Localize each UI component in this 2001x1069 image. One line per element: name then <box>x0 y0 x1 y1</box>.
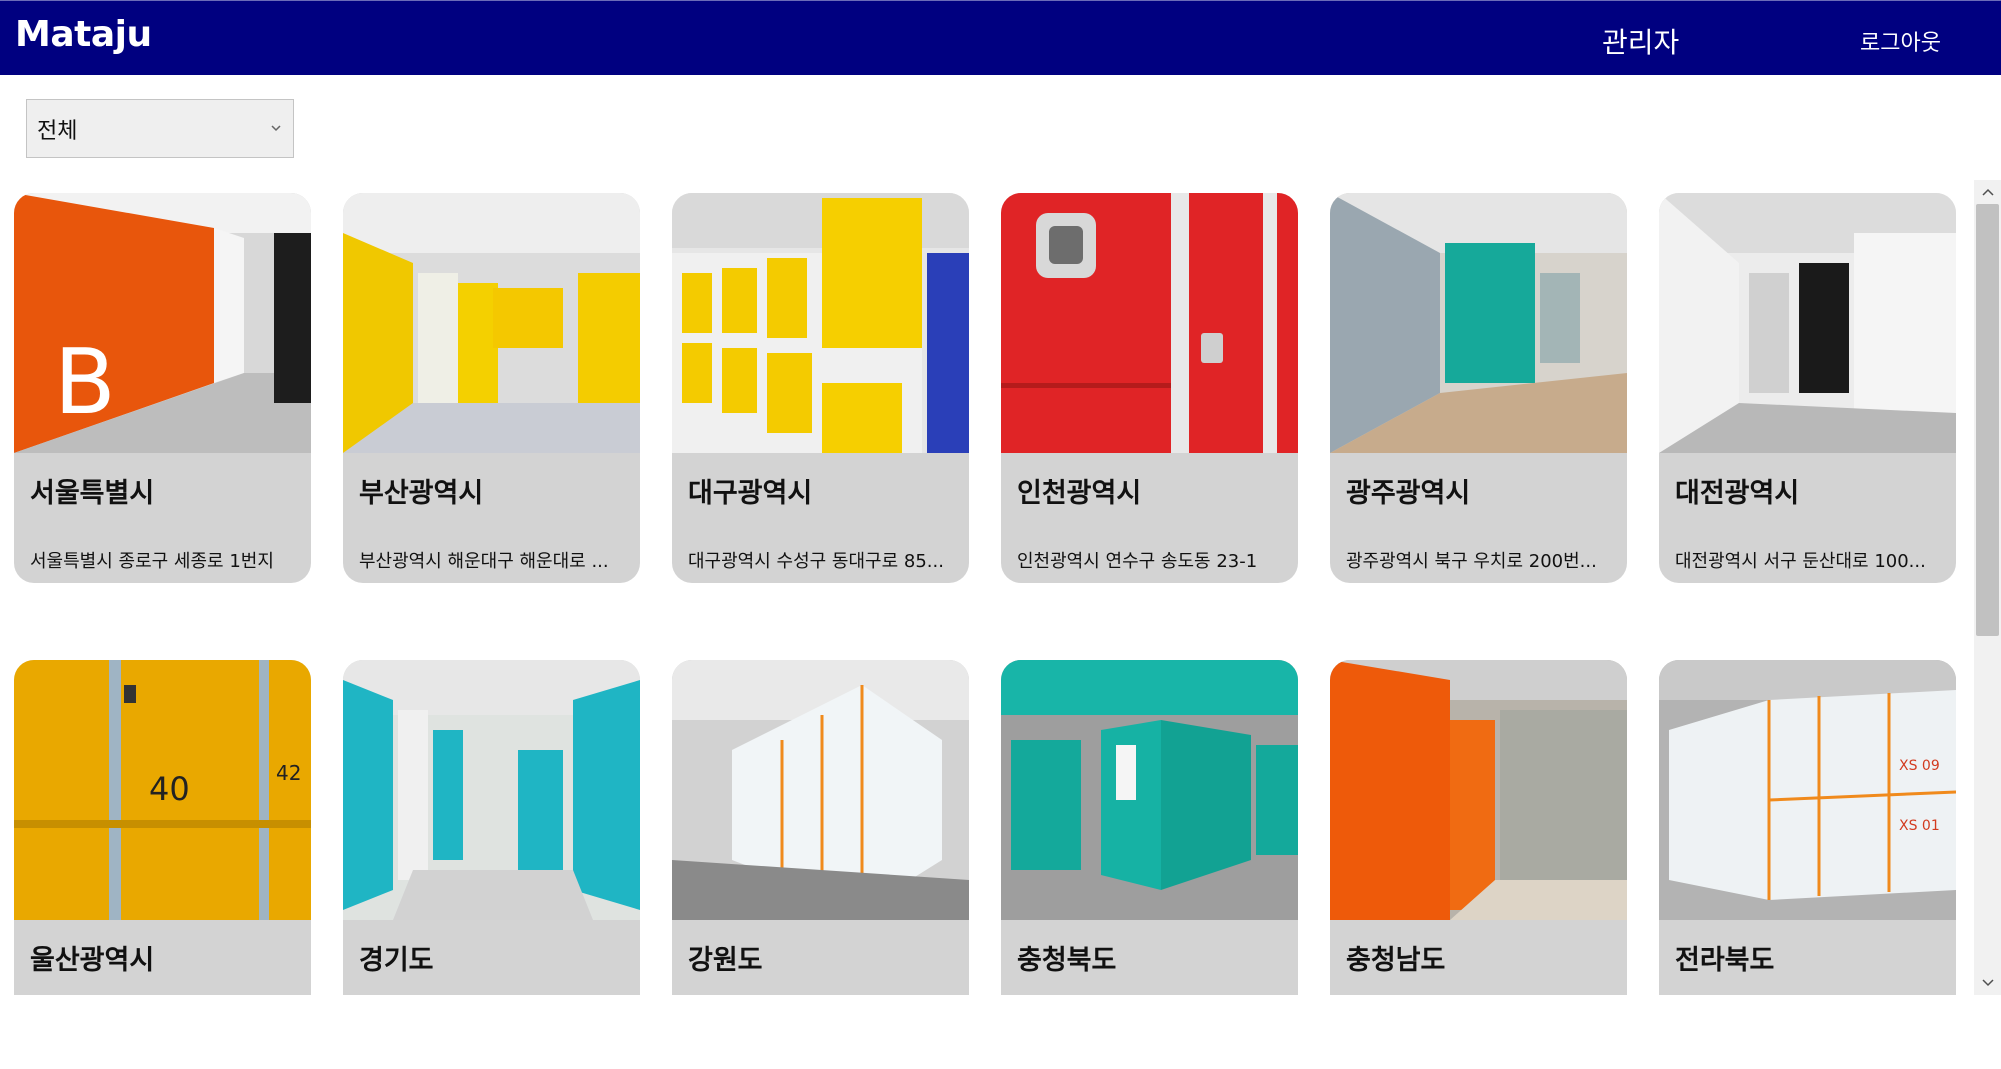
brand-logo[interactable]: Mataju <box>15 14 152 55</box>
storage-photo: 40 42 <box>14 660 311 920</box>
storage-region-name: 전라북도 <box>1675 945 1775 976</box>
storage-region-name: 부산광역시 <box>359 478 484 509</box>
region-filter-value: 전체 <box>37 118 78 144</box>
storage-card-gyeonggi[interactable]: 경기도 <box>343 660 640 995</box>
storage-region-name: 서울특별시 <box>30 478 155 509</box>
storage-card-seoul[interactable]: B 서울특별시 서울특별시 종로구 세종로 1번지 <box>14 193 311 583</box>
storage-address: 광주광역시 북구 우치로 200번... <box>1346 551 1597 572</box>
storage-card-grid: B 서울특별시 서울특별시 종로구 세종로 1번지 부산광역시 부산광역시 해운… <box>0 180 1974 995</box>
storage-photo <box>1330 193 1627 453</box>
svg-text:42: 42 <box>276 761 301 785</box>
storage-photo <box>1001 193 1298 453</box>
scroll-down-arrow-icon[interactable] <box>1974 971 2001 995</box>
scroll-up-arrow-icon[interactable] <box>1974 180 2001 204</box>
storage-photo <box>672 660 969 920</box>
storage-address: 대구광역시 수성구 동대구로 85... <box>688 551 944 572</box>
storage-region-name: 광주광역시 <box>1346 478 1471 509</box>
storage-card-ulsan[interactable]: 40 42 울산광역시 <box>14 660 311 995</box>
storage-photo <box>343 193 640 453</box>
storage-card-chungbuk[interactable]: 충청북도 <box>1001 660 1298 995</box>
storage-card-jeonbuk[interactable]: XS 09 XS 01 전라북도 <box>1659 660 1956 995</box>
top-navigation-bar: Mataju 관리자 로그아웃 <box>0 0 2001 75</box>
storage-address: 대전광역시 서구 둔산대로 100... <box>1675 551 1926 572</box>
storage-region-name: 강원도 <box>688 945 763 976</box>
storage-card-chungnam[interactable]: 충청남도 <box>1330 660 1627 995</box>
storage-region-name: 인천광역시 <box>1017 478 1142 509</box>
storage-address: 서울특별시 종로구 세종로 1번지 <box>30 551 274 572</box>
storage-region-name: 대전광역시 <box>1675 478 1800 509</box>
storage-card-busan[interactable]: 부산광역시 부산광역시 해운대구 해운대로 ... <box>343 193 640 583</box>
svg-text:B: B <box>54 330 116 435</box>
logout-link[interactable]: 로그아웃 <box>1860 25 1941 57</box>
storage-photo <box>1659 193 1956 453</box>
chevron-down-icon <box>269 120 283 134</box>
scrollbar-thumb[interactable] <box>1976 204 1999 636</box>
storage-photo <box>1001 660 1298 920</box>
storage-region-name: 충청북도 <box>1017 945 1117 976</box>
storage-region-name: 충청남도 <box>1346 945 1446 976</box>
storage-card-incheon[interactable]: 인천광역시 인천광역시 연수구 송도동 23-1 <box>1001 193 1298 583</box>
storage-card-gwangju[interactable]: 광주광역시 광주광역시 북구 우치로 200번... <box>1330 193 1627 583</box>
svg-text:40: 40 <box>149 770 190 808</box>
storage-photo <box>672 193 969 453</box>
storage-card-daejeon[interactable]: 대전광역시 대전광역시 서구 둔산대로 100... <box>1659 193 1956 583</box>
svg-text:XS 01: XS 01 <box>1899 818 1940 834</box>
storage-region-name: 경기도 <box>359 945 434 976</box>
storage-photo: XS 09 XS 01 <box>1659 660 1956 920</box>
admin-link[interactable]: 관리자 <box>1602 21 1679 61</box>
storage-region-name: 대구광역시 <box>688 478 813 509</box>
page-scrollbar[interactable] <box>1974 180 2001 995</box>
region-filter-select[interactable]: 전체 <box>26 99 294 158</box>
storage-photo <box>1330 660 1627 920</box>
storage-address: 인천광역시 연수구 송도동 23-1 <box>1017 551 1258 572</box>
storage-card-daegu[interactable]: 대구광역시 대구광역시 수성구 동대구로 85... <box>672 193 969 583</box>
storage-photo: B <box>14 193 311 453</box>
storage-region-name: 울산광역시 <box>30 945 155 976</box>
storage-card-gangwon[interactable]: 강원도 <box>672 660 969 995</box>
svg-text:XS 09: XS 09 <box>1899 758 1940 774</box>
storage-address: 부산광역시 해운대구 해운대로 ... <box>359 551 609 572</box>
storage-photo <box>343 660 640 920</box>
